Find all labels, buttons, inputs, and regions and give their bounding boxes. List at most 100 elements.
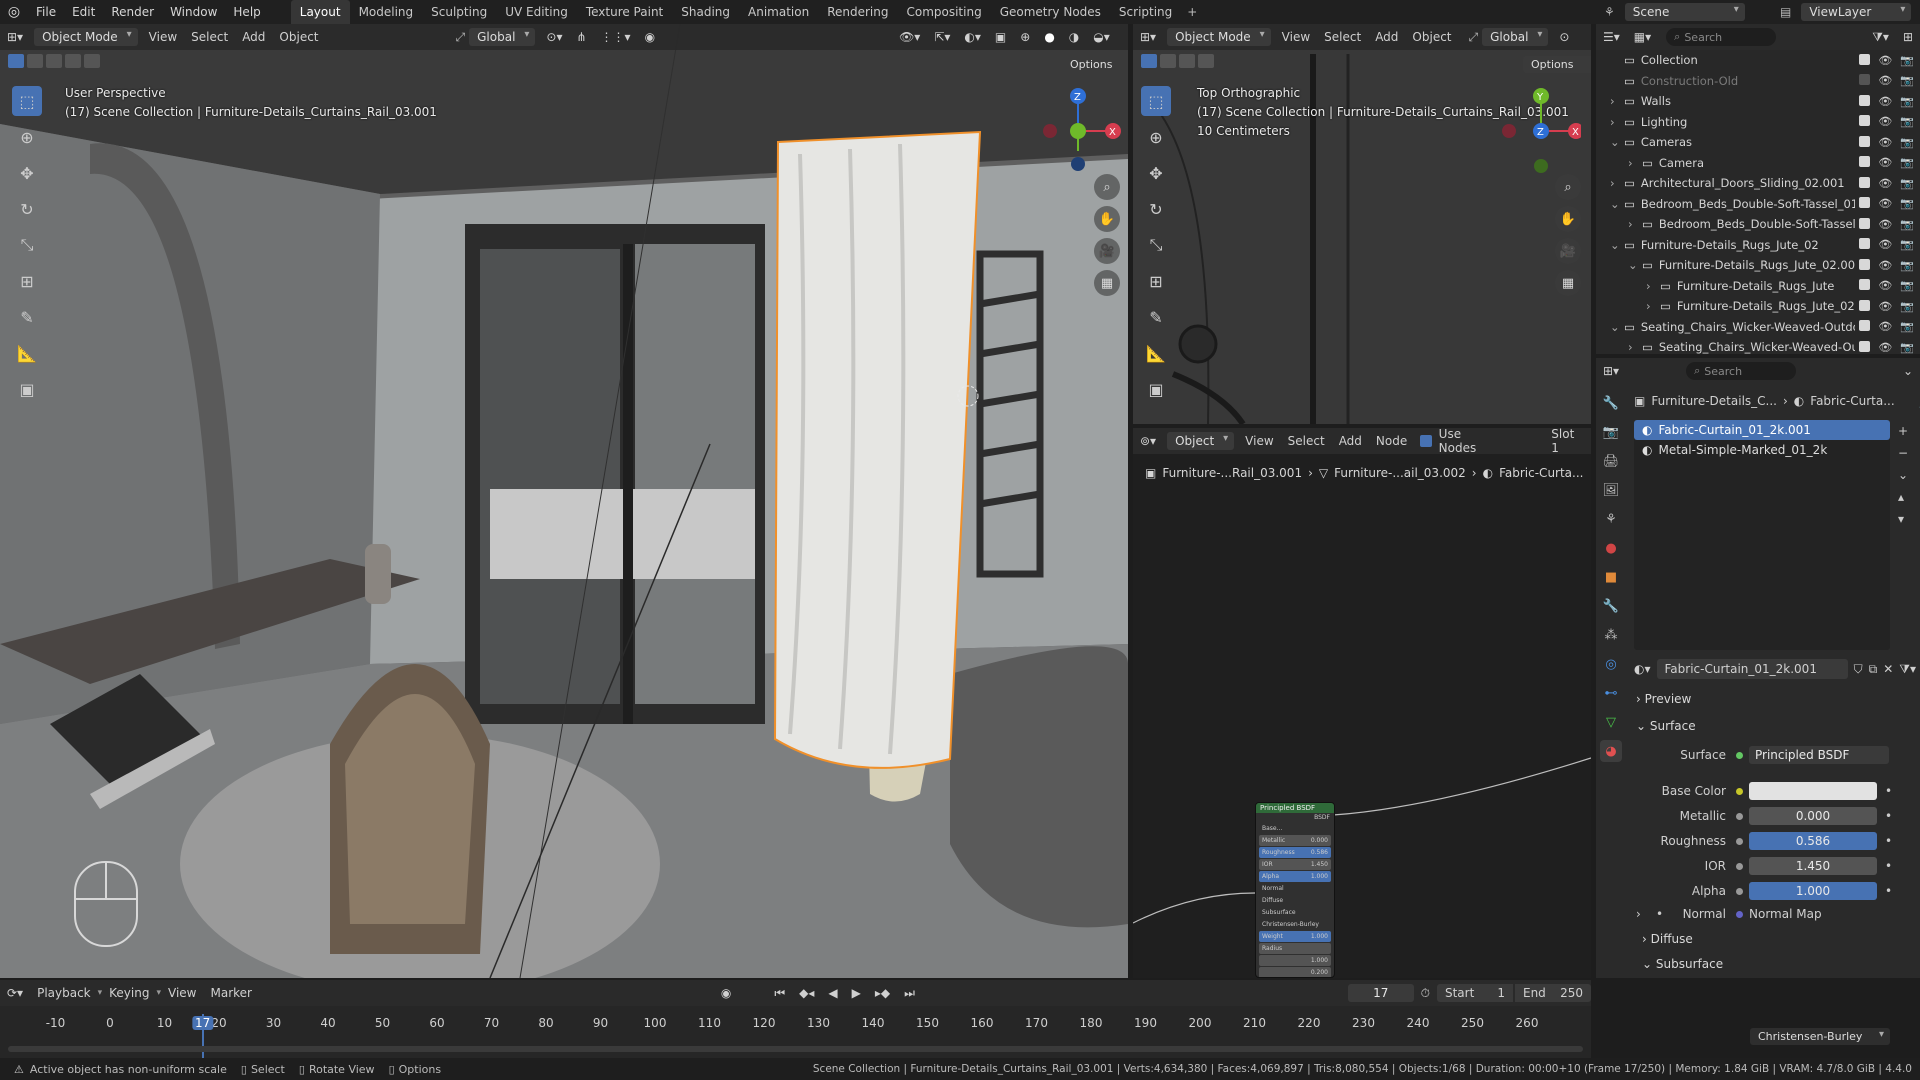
- alpha-field[interactable]: 1.000: [1749, 882, 1877, 900]
- render-camera-icon[interactable]: 📷: [1900, 320, 1914, 333]
- render-camera-icon[interactable]: 📷: [1900, 300, 1914, 313]
- display-mode-icon[interactable]: ▦▾: [1627, 30, 1658, 44]
- outliner-row[interactable]: › ▭ Furniture-Details_Rugs_Jute_02. 👁 📷: [1596, 296, 1920, 317]
- render-camera-icon[interactable]: 📷: [1900, 177, 1914, 190]
- render-camera-icon[interactable]: 📷: [1900, 95, 1914, 108]
- menu-view[interactable]: View: [161, 986, 203, 1000]
- eye-icon[interactable]: 👁: [1878, 74, 1892, 87]
- annotate-tool-icon[interactable]: ✎: [1141, 302, 1171, 332]
- jump-start-icon[interactable]: ⏮: [767, 986, 792, 1001]
- render-camera-icon[interactable]: 📷: [1900, 238, 1914, 251]
- editor-type-icon[interactable]: ⊞▾: [1596, 364, 1626, 378]
- snap-icon[interactable]: ⋔: [569, 30, 593, 44]
- exclude-checkbox[interactable]: [1859, 340, 1871, 352]
- outliner-row[interactable]: › ▭ Architectural_Doors_Sliding_02.001 👁 📷: [1596, 173, 1920, 194]
- zoom-icon[interactable]: ⌕: [1555, 174, 1581, 200]
- tab-animation[interactable]: Animation: [739, 0, 818, 24]
- eye-icon[interactable]: 👁: [1878, 197, 1892, 210]
- select-subtract-icon[interactable]: [1179, 54, 1195, 68]
- tab-rendering[interactable]: Rendering: [818, 0, 897, 24]
- surface-panel-header[interactable]: ⌄ Surface: [1636, 719, 1696, 733]
- eye-icon[interactable]: 👁: [1878, 300, 1892, 313]
- move-up-icon[interactable]: ▴: [1898, 490, 1908, 504]
- exclude-checkbox[interactable]: [1859, 115, 1871, 127]
- select-extend-icon[interactable]: [27, 54, 43, 68]
- transform-tool-icon[interactable]: ⊞: [12, 266, 42, 296]
- mode-selector[interactable]: Object Mode: [34, 28, 138, 46]
- select-difference-icon[interactable]: [65, 54, 81, 68]
- tab-geometry-nodes[interactable]: Geometry Nodes: [991, 0, 1110, 24]
- add-cube-tool-icon[interactable]: ▣: [12, 374, 42, 404]
- scene-selector[interactable]: Scene: [1624, 3, 1745, 21]
- cursor-tool-icon[interactable]: ⊕: [12, 122, 42, 152]
- exclude-checkbox[interactable]: [1859, 299, 1871, 311]
- eye-icon[interactable]: 👁: [1878, 156, 1892, 169]
- normal-link-field[interactable]: Normal Map: [1749, 907, 1877, 921]
- pivot-icon[interactable]: ⊙: [1552, 30, 1576, 44]
- exclude-checkbox[interactable]: [1859, 238, 1871, 250]
- editor-type-icon[interactable]: ⟳▾: [0, 986, 30, 1000]
- render-camera-icon[interactable]: 📷: [1900, 279, 1914, 292]
- select-subtract-icon[interactable]: [46, 54, 62, 68]
- exclude-checkbox[interactable]: [1859, 135, 1871, 147]
- remove-slot-icon[interactable]: −: [1898, 446, 1908, 460]
- particles-tab-icon[interactable]: ⁂: [1600, 624, 1622, 646]
- eye-icon[interactable]: 👁: [1878, 54, 1892, 67]
- keyframe-dot[interactable]: •: [1885, 834, 1892, 848]
- add-cube-tool-icon[interactable]: ▣: [1141, 374, 1171, 404]
- exclude-checkbox[interactable]: [1859, 197, 1871, 209]
- chevron-right-icon[interactable]: ›: [1636, 907, 1656, 921]
- exclude-checkbox[interactable]: [1859, 74, 1871, 86]
- transform-tool-icon[interactable]: ⊞: [1141, 266, 1171, 296]
- base-color-swatch[interactable]: [1749, 782, 1877, 800]
- options-button[interactable]: Options: [1523, 56, 1591, 73]
- outliner-row[interactable]: › ▭ Seating_Chairs_Wicker-Weaved-Ou 👁 📷: [1596, 337, 1920, 354]
- menu-select[interactable]: Select: [1317, 30, 1368, 44]
- cursor-tool-icon[interactable]: ⊕: [1141, 122, 1171, 152]
- chevron-right-icon[interactable]: ›: [1646, 299, 1660, 313]
- outliner-row[interactable]: ⌄ ▭ Furniture-Details_Rugs_Jute_02.001 👁 📷: [1596, 255, 1920, 276]
- node-input-row[interactable]: Alpha 1.000: [1259, 871, 1331, 882]
- play-reverse-icon[interactable]: ◀: [821, 986, 844, 1000]
- orientation-selector[interactable]: Global: [469, 28, 536, 46]
- menu-render[interactable]: Render: [103, 0, 162, 24]
- keyframe-dot[interactable]: •: [1885, 784, 1892, 798]
- current-frame-field[interactable]: 17: [1347, 984, 1414, 1002]
- search-field[interactable]: ⌕ Search: [1686, 362, 1797, 380]
- tab-compositing[interactable]: Compositing: [897, 0, 990, 24]
- shading-wireframe-icon[interactable]: ⊕: [1013, 30, 1037, 44]
- node-input-row[interactable]: Diffuse: [1259, 895, 1331, 906]
- select-box-tool-icon[interactable]: ⬚: [1141, 86, 1171, 116]
- visibility-icon[interactable]: 👁▾: [892, 30, 927, 44]
- view-layer-tab-icon[interactable]: 🖼: [1600, 479, 1622, 501]
- eye-icon[interactable]: 👁: [1878, 95, 1892, 108]
- annotate-tool-icon[interactable]: ✎: [12, 302, 42, 332]
- snap-target-icon[interactable]: ⋮⋮▾: [594, 30, 638, 44]
- shading-rendered-icon[interactable]: ◒▾: [1086, 30, 1117, 44]
- outliner-row[interactable]: › ▭ Camera 👁 📷: [1596, 153, 1920, 174]
- slot-menu-icon[interactable]: ⌄: [1898, 468, 1908, 482]
- next-keyframe-icon[interactable]: ▸◆: [868, 986, 897, 1000]
- outliner-row[interactable]: ▭ Construction-Old 👁 📷: [1596, 71, 1920, 92]
- tab-uv-editing[interactable]: UV Editing: [496, 0, 577, 24]
- diffuse-panel-header[interactable]: › Diffuse: [1642, 932, 1693, 946]
- tab-shading[interactable]: Shading: [672, 0, 739, 24]
- chevron-right-icon[interactable]: ›: [1610, 94, 1624, 108]
- menu-object[interactable]: Object: [272, 30, 325, 44]
- play-icon[interactable]: ▶: [845, 986, 868, 1000]
- shading-solid-icon[interactable]: ●: [1037, 30, 1061, 44]
- menu-window[interactable]: Window: [162, 0, 225, 24]
- material-slot-item[interactable]: ◐ Metal-Simple-Marked_01_2k: [1634, 440, 1890, 460]
- outliner-row[interactable]: ⌄ ▭ Cameras 👁 📷: [1596, 132, 1920, 153]
- render-camera-icon[interactable]: 📷: [1900, 74, 1914, 87]
- menu-add[interactable]: Add: [235, 30, 272, 44]
- eye-icon[interactable]: 👁: [1878, 238, 1892, 251]
- keyframe-dot[interactable]: •: [1885, 859, 1892, 873]
- measure-tool-icon[interactable]: 📐: [1141, 338, 1171, 368]
- chevron-down-icon[interactable]: ⌄: [1610, 135, 1624, 149]
- options-button[interactable]: Options: [1062, 56, 1128, 73]
- frame-start-field[interactable]: Start 1: [1436, 984, 1513, 1002]
- exclude-checkbox[interactable]: [1859, 94, 1871, 106]
- exclude-checkbox[interactable]: [1859, 156, 1871, 168]
- outliner-row[interactable]: › ▭ Walls 👁 📷: [1596, 91, 1920, 112]
